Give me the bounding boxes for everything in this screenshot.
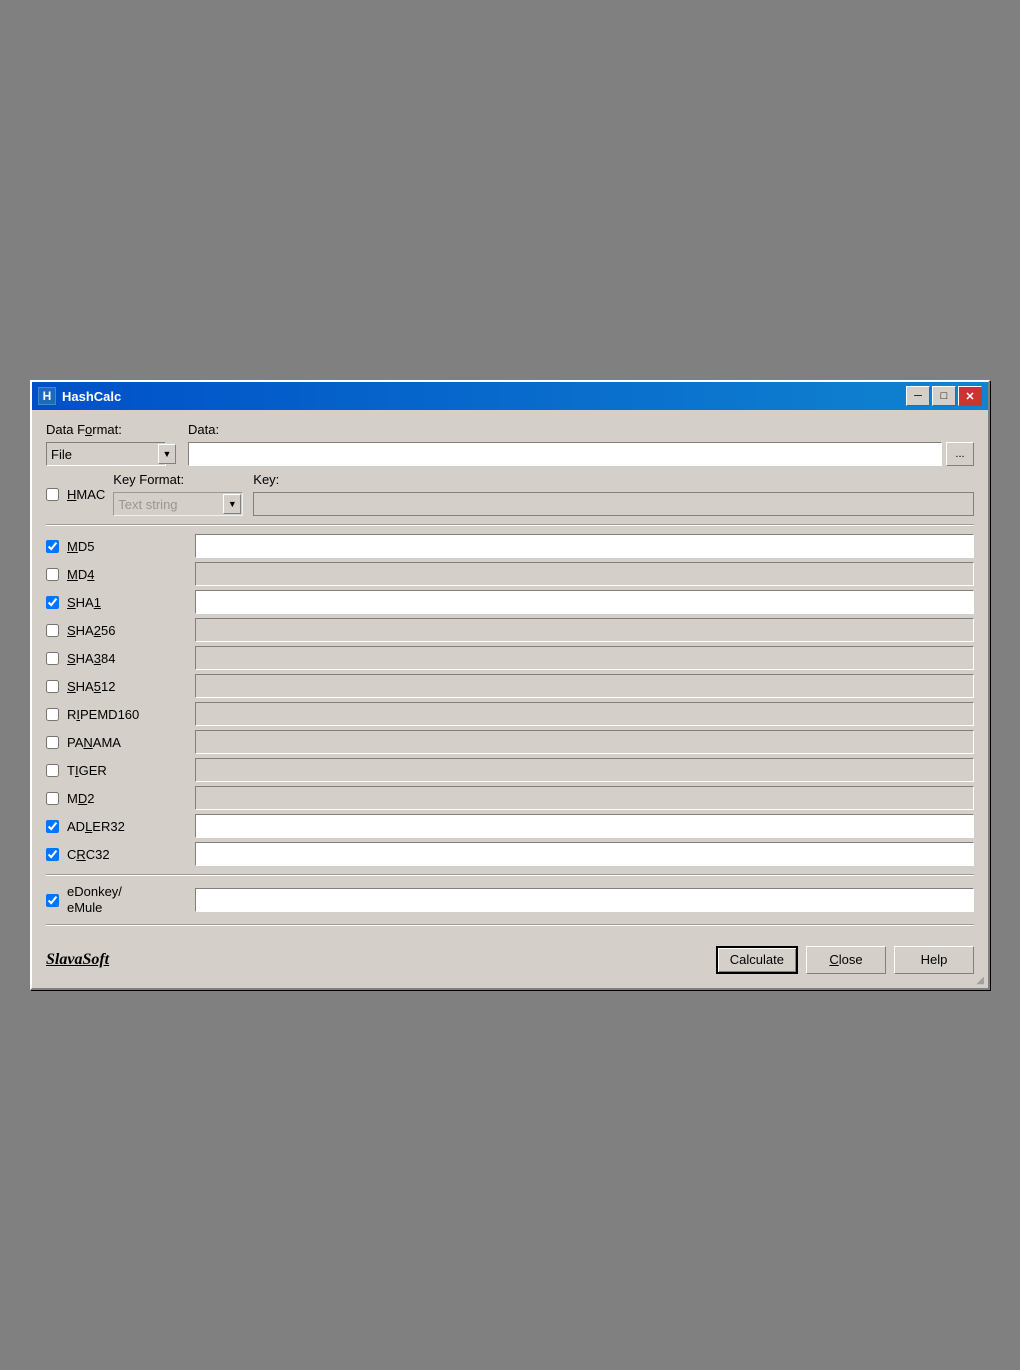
data-format-select[interactable]: File Text string Hex string [46, 442, 166, 466]
brand-label: SlavaSoft [46, 951, 109, 969]
title-bar: H HashCalc ─ □ ✕ [32, 382, 988, 410]
crc32-input[interactable]: b359ebec [195, 842, 974, 866]
sha1-label: SHA1 [67, 595, 187, 610]
edonkey-row: eDonkey/eMule 262fb6751ac631f2403cc9448b… [46, 884, 974, 915]
divider-2 [46, 874, 974, 876]
window-body: Data Format: File Text string Hex string… [32, 410, 988, 987]
md5-input[interactable]: 5aee0248a0cad874c9a64ddb9e65d809 [195, 534, 974, 558]
table-row: CRC32 b359ebec [46, 842, 974, 866]
title-buttons: ─ □ ✕ [906, 386, 982, 406]
tiger-input[interactable] [195, 758, 974, 782]
key-value-block: Key: [253, 472, 974, 516]
sha256-input[interactable] [195, 618, 974, 642]
sha1-input[interactable]: 75c99f58685aa6cc68015b9b6780762aecc77021 [195, 590, 974, 614]
table-row: RIPEMD160 [46, 702, 974, 726]
close-button[interactable]: Close [806, 946, 886, 974]
table-row: ADLER32 c763f2b7 [46, 814, 974, 838]
close-label-rest: lose [839, 952, 863, 967]
key-input[interactable] [253, 492, 974, 516]
data-format-block: Data Format: File Text string Hex string… [46, 422, 178, 466]
window-body-wrapper: Data Format: File Text string Hex string… [32, 410, 988, 987]
table-row: SHA256 [46, 618, 974, 642]
hmac-checkbox[interactable] [46, 488, 59, 501]
data-input[interactable]: C:\_test\Track01.mp3 [188, 442, 942, 466]
sha256-checkbox[interactable] [46, 624, 59, 637]
table-row: MD4 [46, 562, 974, 586]
edonkey-label: eDonkey/eMule [67, 884, 187, 915]
top-section: Data Format: File Text string Hex string… [46, 422, 974, 466]
calculate-button[interactable]: Calculate [716, 946, 798, 974]
md5-label: MD5 [67, 539, 187, 554]
main-window: H HashCalc ─ □ ✕ Data Format: File [30, 380, 990, 989]
window-title: HashCalc [62, 389, 121, 404]
adler32-checkbox[interactable] [46, 820, 59, 833]
hmac-label: HMAC [67, 487, 105, 502]
key-format-block: Key Format: Text string Hex string ▼ [113, 472, 243, 516]
key-block: Key Format: Text string Hex string ▼ Key… [113, 472, 974, 516]
divider-1 [46, 524, 974, 526]
data-input-row: C:\_test\Track01.mp3 ... [188, 442, 974, 466]
md5-checkbox[interactable] [46, 540, 59, 553]
table-row: SHA512 [46, 674, 974, 698]
app-icon: H [38, 387, 56, 405]
md4-input[interactable] [195, 562, 974, 586]
panama-label: PANAMA [67, 735, 187, 750]
md4-label: MD4 [67, 567, 187, 582]
adler32-label: ADLER32 [67, 819, 187, 834]
md2-checkbox[interactable] [46, 792, 59, 805]
ripemd160-label: RIPEMD160 [67, 707, 187, 722]
data-block: Data: C:\_test\Track01.mp3 ... [188, 422, 974, 466]
md2-input[interactable] [195, 786, 974, 810]
adler32-input[interactable]: c763f2b7 [195, 814, 974, 838]
table-row: TIGER [46, 758, 974, 782]
tiger-checkbox[interactable] [46, 764, 59, 777]
sha512-label: SHA512 [67, 679, 187, 694]
table-row: PANAMA [46, 730, 974, 754]
table-row: SHA384 [46, 646, 974, 670]
data-format-select-wrapper: File Text string Hex string ▼ [46, 442, 178, 466]
close-window-button[interactable]: ✕ [958, 386, 982, 406]
crc32-checkbox[interactable] [46, 848, 59, 861]
ripemd160-input[interactable] [195, 702, 974, 726]
ripemd160-checkbox[interactable] [46, 708, 59, 721]
sha256-label: SHA256 [67, 623, 187, 638]
sha512-input[interactable] [195, 674, 974, 698]
title-bar-left: H HashCalc [38, 387, 121, 405]
footer: SlavaSoft Calculate Close Help [46, 938, 974, 974]
panama-input[interactable] [195, 730, 974, 754]
sha1-checkbox[interactable] [46, 596, 59, 609]
sha384-label: SHA384 [67, 651, 187, 666]
md2-label: MD2 [67, 791, 187, 806]
crc32-label: CRC32 [67, 847, 187, 862]
footer-buttons: Calculate Close Help [716, 946, 974, 974]
key-format-select[interactable]: Text string Hex string [113, 492, 243, 516]
table-row: MD5 5aee0248a0cad874c9a64ddb9e65d809 [46, 534, 974, 558]
maximize-button[interactable]: □ [932, 386, 956, 406]
key-label: Key: [253, 472, 974, 487]
data-label: Data: [188, 422, 974, 437]
tiger-label: TIGER [67, 763, 187, 778]
resize-grip: ◢ [976, 975, 984, 986]
sha512-checkbox[interactable] [46, 680, 59, 693]
key-format-select-wrapper: Text string Hex string ▼ [113, 492, 243, 516]
sha384-input[interactable] [195, 646, 974, 670]
minimize-button[interactable]: ─ [906, 386, 930, 406]
panama-checkbox[interactable] [46, 736, 59, 749]
sha384-checkbox[interactable] [46, 652, 59, 665]
data-format-label: Data Format: [46, 422, 178, 437]
table-row: MD2 [46, 786, 974, 810]
table-row: SHA1 75c99f58685aa6cc68015b9b6780762aecc… [46, 590, 974, 614]
help-button[interactable]: Help [894, 946, 974, 974]
divider-3 [46, 924, 974, 926]
hmac-block: HMAC Key Format: Text string Hex string … [46, 472, 974, 516]
md4-checkbox[interactable] [46, 568, 59, 581]
hash-rows: MD5 5aee0248a0cad874c9a64ddb9e65d809 MD4… [46, 534, 974, 866]
browse-button[interactable]: ... [946, 442, 974, 466]
edonkey-checkbox[interactable] [46, 894, 59, 907]
key-format-label: Key Format: [113, 472, 243, 487]
edonkey-input[interactable]: 262fb6751ac631f2403cc9448b2b4859 [195, 888, 974, 912]
